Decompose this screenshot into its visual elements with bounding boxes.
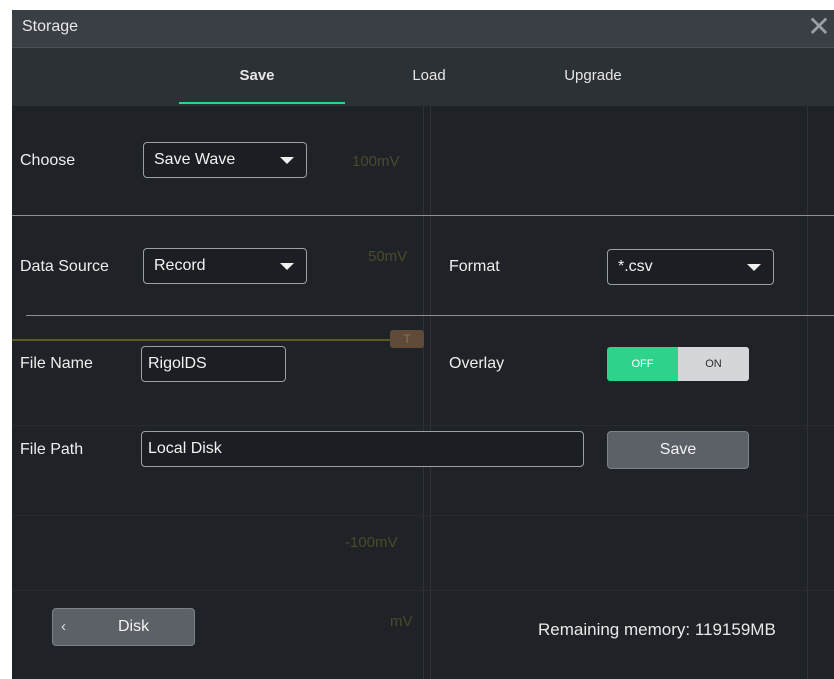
format-value: *.csv	[618, 258, 653, 275]
divider	[12, 215, 834, 216]
dialog-title: Storage	[22, 18, 79, 35]
overlay-label: Overlay	[449, 355, 505, 372]
data-source-value: Record	[154, 257, 206, 274]
overlay-off-option[interactable]: OFF	[607, 347, 678, 381]
overlay-toggle[interactable]: OFF ON	[607, 347, 749, 381]
format-select[interactable]: *.csv	[607, 249, 774, 285]
active-tab-indicator	[179, 102, 345, 104]
remaining-memory: Remaining memory: 119159MB	[538, 620, 776, 639]
file-path-input[interactable]: Local Disk	[141, 431, 584, 467]
tab-bar: Save Load Upgrade	[12, 47, 834, 106]
chevron-left-icon: ‹	[61, 618, 66, 635]
tab-upgrade[interactable]: Upgrade	[538, 48, 648, 106]
tab-load[interactable]: Load	[384, 48, 474, 106]
file-name-input[interactable]: RigolDS	[141, 346, 286, 382]
grid-line	[12, 425, 834, 426]
chevron-down-icon	[280, 263, 294, 270]
disk-button[interactable]: ‹ Disk	[52, 608, 195, 646]
divider	[26, 315, 834, 316]
file-path-label: File Path	[20, 441, 84, 458]
choose-label: Choose	[20, 152, 76, 169]
trigger-marker: T	[390, 330, 424, 348]
scope-voltage-label: 100mV	[352, 153, 400, 170]
grid-line	[12, 515, 834, 516]
format-label: Format	[449, 258, 500, 275]
grid-line	[423, 105, 424, 679]
scope-voltage-label: mV	[390, 613, 413, 630]
choose-value: Save Wave	[154, 151, 236, 168]
choose-select[interactable]: Save Wave	[143, 142, 307, 178]
data-source-label: Data Source	[20, 258, 109, 275]
close-icon[interactable]: ✕	[806, 13, 832, 41]
waveform-trace	[12, 339, 420, 341]
grid-line	[807, 105, 808, 679]
grid-line	[12, 590, 834, 591]
disk-button-label: Disk	[118, 618, 150, 635]
data-source-select[interactable]: Record	[143, 248, 307, 284]
scope-voltage-label: -100mV	[345, 534, 398, 551]
save-button[interactable]: Save	[607, 431, 749, 469]
chevron-down-icon	[280, 157, 294, 164]
chevron-down-icon	[747, 264, 761, 271]
file-name-label: File Name	[20, 355, 93, 372]
overlay-on-option[interactable]: ON	[678, 347, 749, 381]
scope-voltage-label: 50mV	[368, 248, 408, 265]
grid-line	[430, 105, 431, 679]
tab-save[interactable]: Save	[202, 48, 312, 106]
title-bar: Storage ✕	[12, 10, 834, 47]
storage-dialog: 100mV 50mV -100mV mV T Storage ✕ Save Lo…	[12, 10, 834, 679]
